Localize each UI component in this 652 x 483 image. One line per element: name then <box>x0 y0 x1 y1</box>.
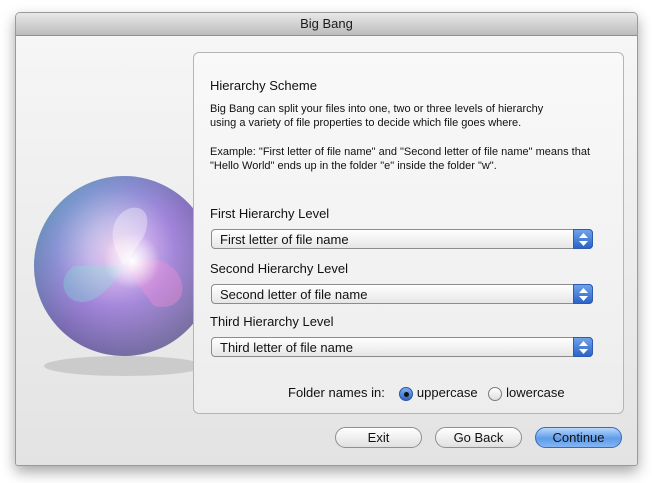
lowercase-label[interactable]: lowercase <box>506 385 565 400</box>
window-title: Big Bang <box>16 13 637 36</box>
first-level-value: First letter of file name <box>220 232 349 247</box>
exit-button[interactable]: Exit <box>335 427 422 448</box>
first-level-popup[interactable]: First letter of file name <box>211 229 593 249</box>
uppercase-label[interactable]: uppercase <box>417 385 478 400</box>
second-level-popup[interactable]: Second letter of file name <box>211 284 593 304</box>
go-back-button[interactable]: Go Back <box>435 427 522 448</box>
popup-arrows-icon <box>573 229 593 249</box>
lowercase-radio[interactable] <box>488 386 503 401</box>
app-window: Big Bang Hierarchy Scheme Big Bang can s… <box>15 12 638 466</box>
second-level-value: Second letter of file name <box>220 287 368 302</box>
first-level-label: First Hierarchy Level <box>210 206 330 221</box>
panel-example: Example: "First letter of file name" and… <box>210 146 591 172</box>
third-level-label: Third Hierarchy Level <box>210 314 334 329</box>
folder-names-label: Folder names in: <box>288 385 385 400</box>
popup-arrows-icon <box>573 337 593 357</box>
uppercase-radio[interactable] <box>399 386 414 401</box>
third-level-popup[interactable]: Third letter of file name <box>211 337 593 357</box>
popup-arrows-icon <box>573 284 593 304</box>
continue-button[interactable]: Continue <box>535 427 622 448</box>
window-content: Hierarchy Scheme Big Bang can split your… <box>16 36 637 465</box>
third-level-value: Third letter of file name <box>220 340 353 355</box>
second-level-label: Second Hierarchy Level <box>210 261 349 276</box>
panel-description: Big Bang can split your files into one, … <box>210 103 544 129</box>
hierarchy-panel: Hierarchy Scheme Big Bang can split your… <box>193 52 624 414</box>
panel-heading: Hierarchy Scheme <box>210 78 317 93</box>
folder-names-row: Folder names in: uppercase lowercase <box>288 385 565 401</box>
